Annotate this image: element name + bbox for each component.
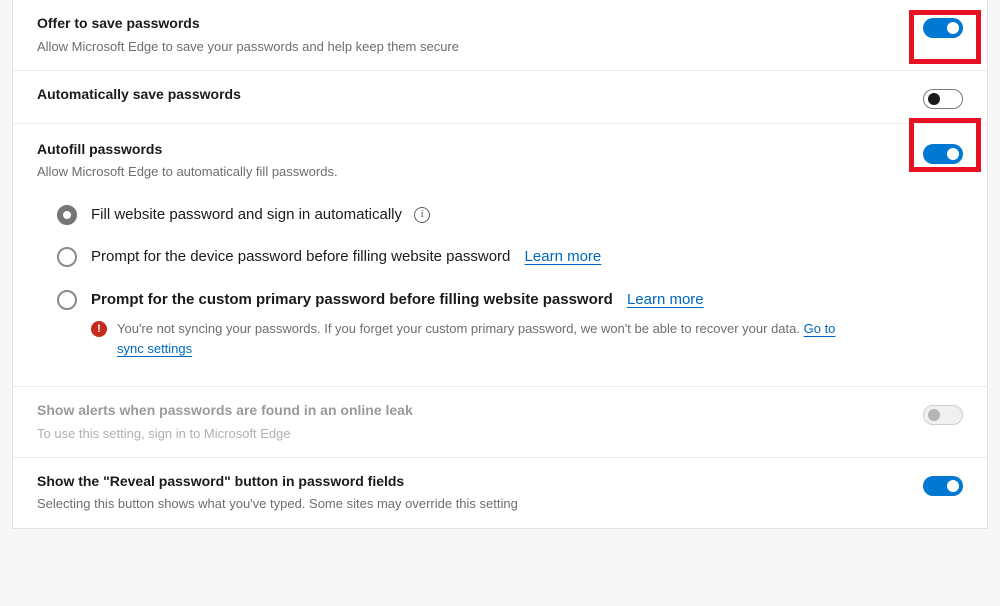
reveal-toggle[interactable] (923, 476, 963, 496)
warning-block: ! You're not syncing your passwords. If … (91, 319, 837, 358)
auto-save-title: Automatically save passwords (37, 85, 911, 105)
password-settings-panel: Offer to save passwords Allow Microsoft … (12, 0, 988, 529)
autofill-title: Autofill passwords (37, 140, 911, 160)
warning-message: You're not syncing your passwords. If yo… (117, 321, 804, 336)
row-content: Automatically save passwords (37, 85, 911, 105)
row-content: Offer to save passwords Allow Microsoft … (37, 14, 911, 56)
auto-save-toggle[interactable] (923, 89, 963, 109)
radio-text: Prompt for the device password before fi… (91, 248, 510, 265)
row-content: Show the "Reveal password" button in pas… (37, 472, 911, 514)
radio-button[interactable] (57, 205, 77, 225)
radio-button[interactable] (57, 290, 77, 310)
radio-label: Prompt for the custom primary password b… (91, 289, 704, 312)
radio-button[interactable] (57, 247, 77, 267)
row-autofill-passwords: Autofill passwords Allow Microsoft Edge … (13, 124, 987, 188)
offer-save-desc: Allow Microsoft Edge to save your passwo… (37, 38, 911, 56)
leak-alerts-toggle (923, 405, 963, 425)
row-leak-alerts: Show alerts when passwords are found in … (13, 387, 987, 458)
leak-alerts-title: Show alerts when passwords are found in … (37, 401, 911, 421)
row-content: Show alerts when passwords are found in … (37, 401, 911, 443)
info-icon[interactable]: i (414, 207, 430, 223)
learn-more-link[interactable]: Learn more (525, 248, 602, 265)
row-offer-save-passwords: Offer to save passwords Allow Microsoft … (13, 0, 987, 71)
warning-text: You're not syncing your passwords. If yo… (117, 319, 837, 358)
row-content: Autofill passwords Allow Microsoft Edge … (37, 140, 911, 182)
offer-save-title: Offer to save passwords (37, 14, 911, 34)
radio-option-device-password[interactable]: Prompt for the device password before fi… (57, 236, 963, 279)
radio-option-fill-auto[interactable]: Fill website password and sign in automa… (57, 194, 963, 237)
radio-label: Fill website password and sign in automa… (91, 204, 430, 227)
offer-save-toggle[interactable] (923, 18, 963, 38)
radio-text: Prompt for the custom primary password b… (91, 291, 613, 308)
row-auto-save-passwords: Automatically save passwords (13, 71, 987, 124)
reveal-title: Show the "Reveal password" button in pas… (37, 472, 911, 492)
reveal-desc: Selecting this button shows what you've … (37, 495, 911, 513)
row-reveal-password: Show the "Reveal password" button in pas… (13, 458, 987, 528)
autofill-toggle[interactable] (923, 144, 963, 164)
radio-text: Fill website password and sign in automa… (91, 206, 402, 223)
warning-icon: ! (91, 321, 107, 337)
radio-label: Prompt for the device password before fi… (91, 246, 601, 269)
autofill-options: Fill website password and sign in automa… (13, 188, 987, 388)
radio-option-primary-password: Prompt for the custom primary password b… (57, 279, 963, 369)
learn-more-link[interactable]: Learn more (627, 291, 704, 308)
leak-alerts-desc: To use this setting, sign in to Microsof… (37, 425, 911, 443)
autofill-desc: Allow Microsoft Edge to automatically fi… (37, 163, 911, 181)
